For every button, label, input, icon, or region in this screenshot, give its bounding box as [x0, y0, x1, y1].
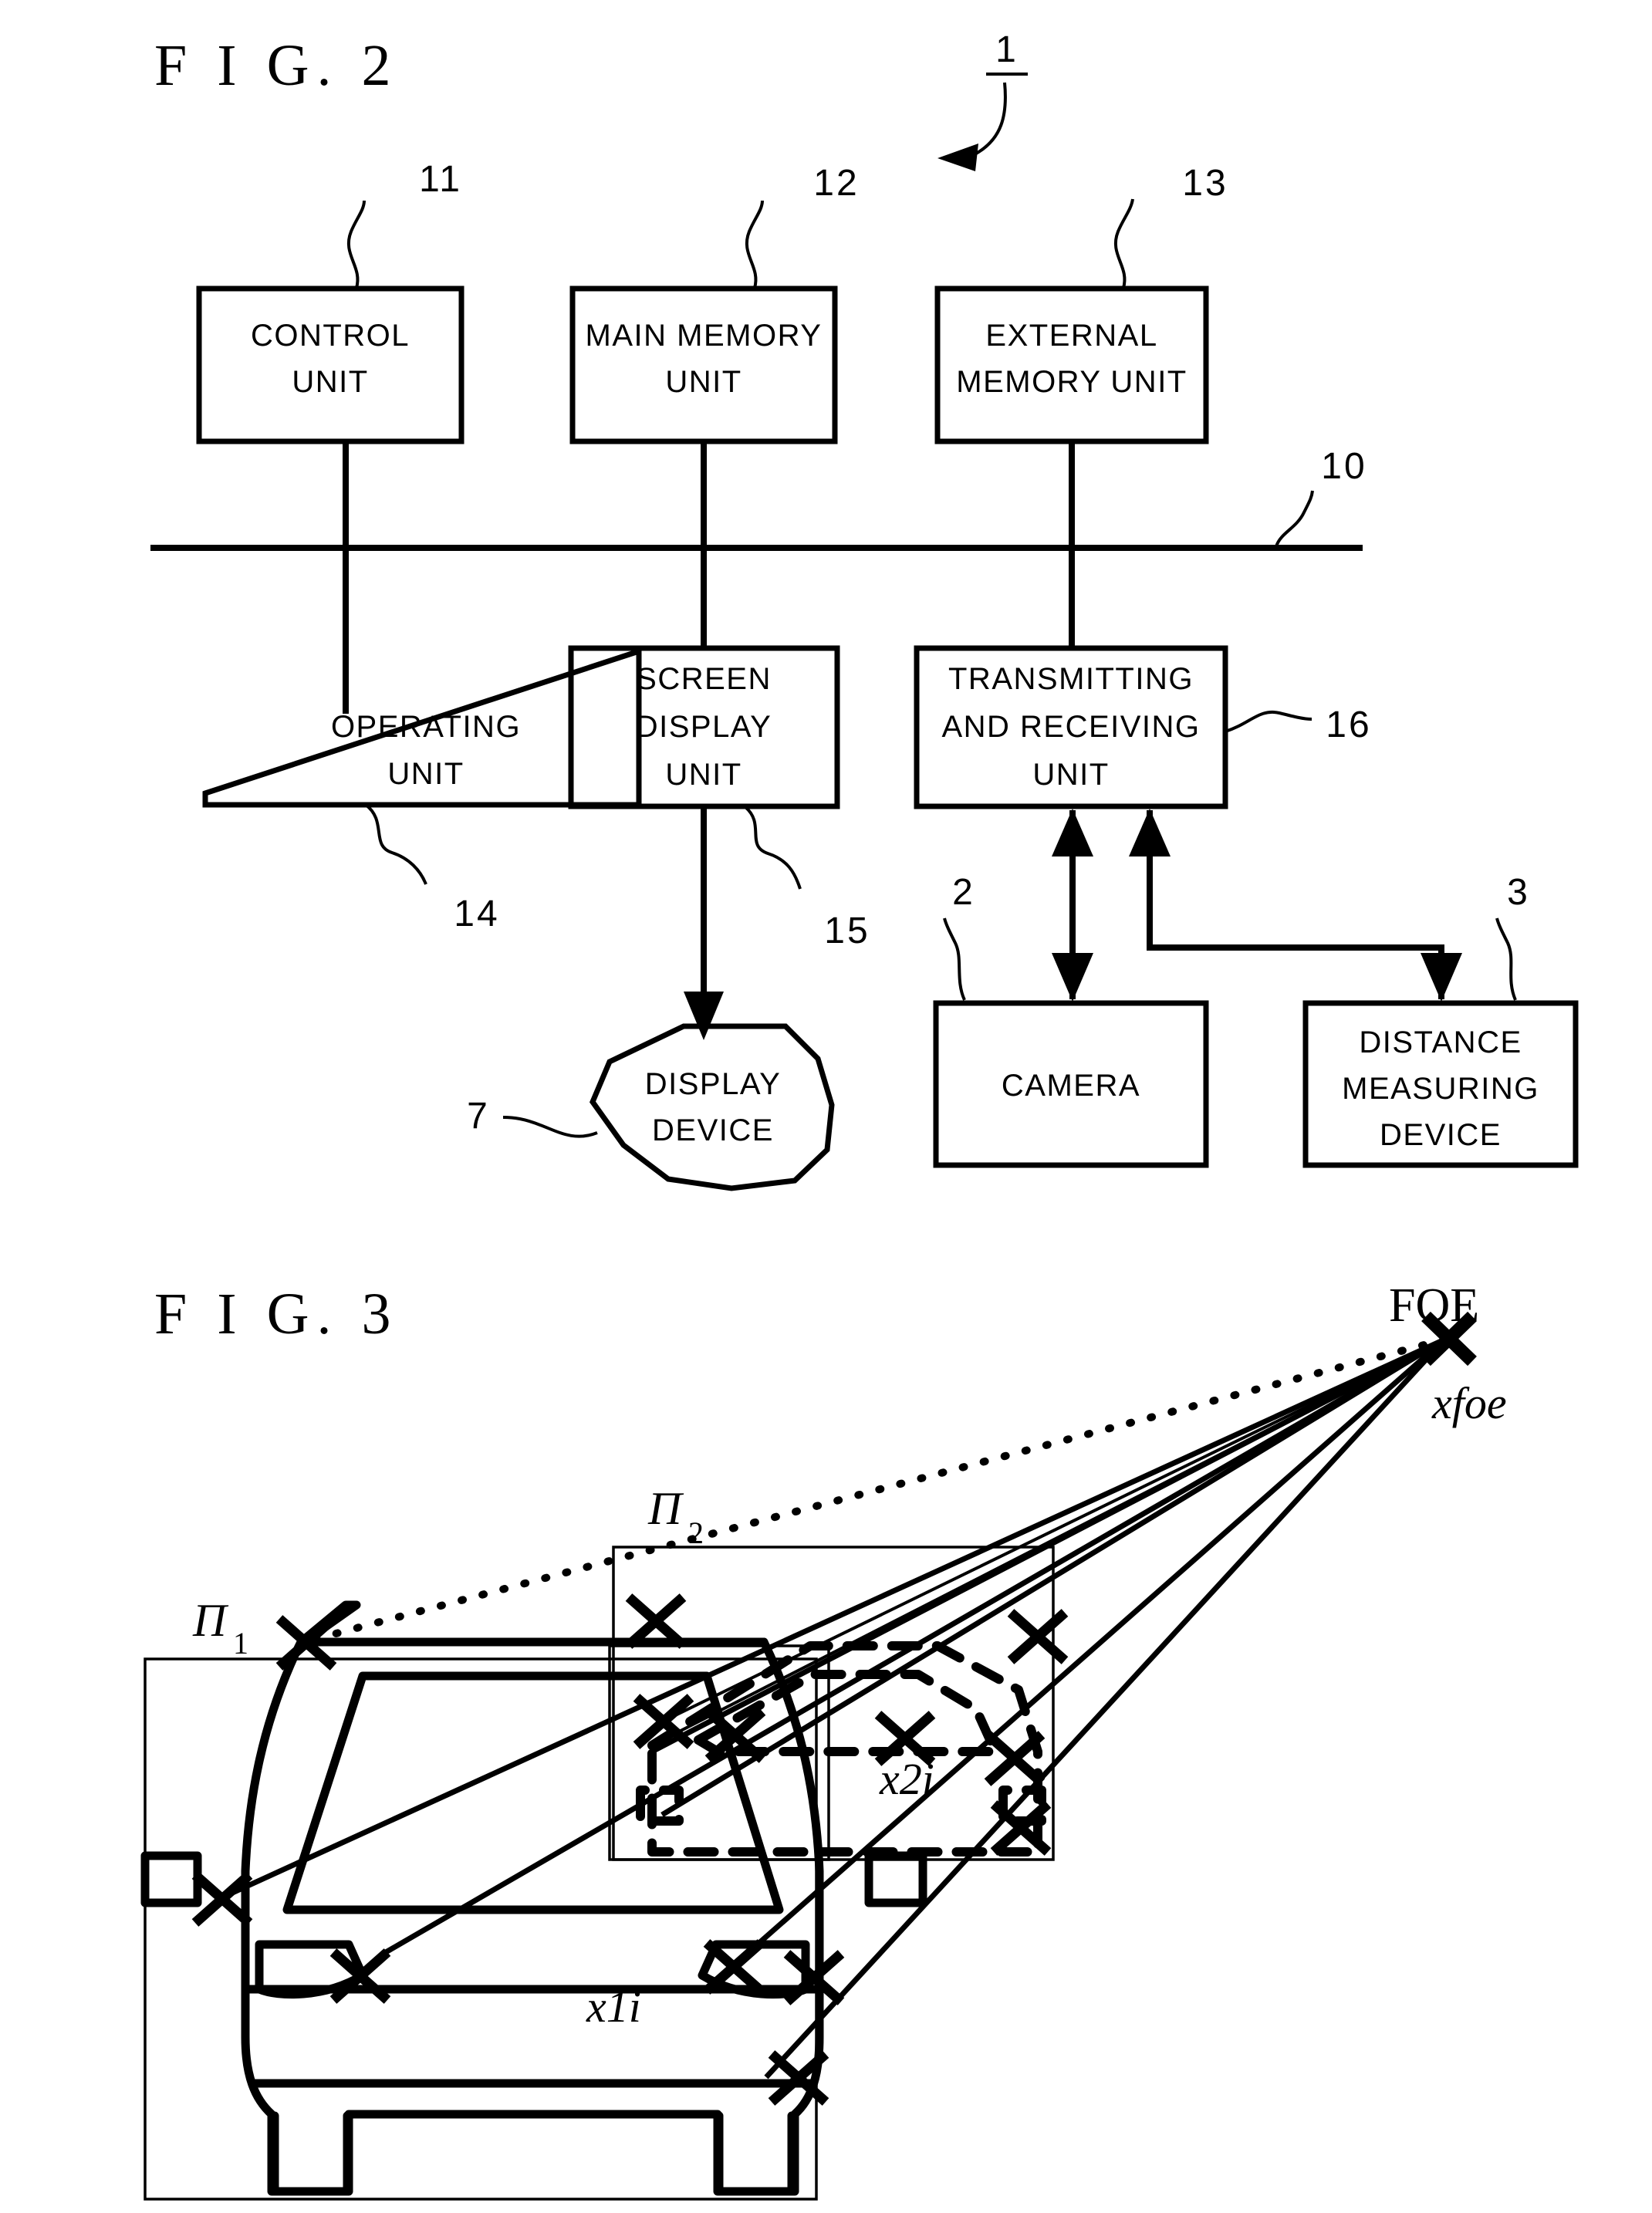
transmitting-unit-label-line-1: TRANSMITTING — [948, 662, 1194, 696]
main-memory-unit-label-line-1: MAIN MEMORY — [586, 319, 823, 353]
pi1-subscript: 1 — [233, 1626, 248, 1661]
display-device-label-line-2: DEVICE — [652, 1113, 774, 1147]
control-unit-label-line-2: UNIT — [292, 365, 368, 399]
screen-display-unit-label-line-2: DISPLAY — [636, 710, 772, 744]
distance-measuring-device-label-line-3: DEVICE — [1380, 1118, 1502, 1152]
ref-number-2: 2 — [952, 872, 975, 913]
drawing-canvas: F I G. 2 1 CONTROL UNIT 11 MAIN MEMORY U… — [0, 0, 1652, 2213]
transmitting-unit-label-line-2: AND RECEIVING — [941, 710, 1200, 744]
ref-number-11: 11 — [419, 159, 462, 200]
camera-label: CAMERA — [1002, 1069, 1140, 1103]
pi1-label: Π — [192, 1595, 229, 1646]
ref-number-7: 7 — [467, 1096, 490, 1137]
pi2-subscript: 2 — [688, 1515, 704, 1550]
screen-display-unit-label-line-1: SCREEN — [636, 662, 772, 696]
external-memory-unit-label-line-1: EXTERNAL — [985, 319, 1157, 353]
display-device-label-line-1: DISPLAY — [645, 1067, 782, 1101]
control-unit-label-line-1: CONTROL — [251, 319, 410, 353]
main-memory-unit-label-line-2: UNIT — [665, 365, 742, 399]
ref-number-1: 1 — [995, 29, 1019, 70]
ref-number-10: 10 — [1321, 446, 1367, 487]
external-memory-unit-label-line-2: MEMORY UNIT — [956, 365, 1187, 399]
x1i-label: x1i — [586, 1982, 641, 2032]
operating-unit-label-line-1: OPERATING — [331, 710, 521, 744]
ref-number-13: 13 — [1182, 163, 1228, 204]
operating-unit-label-line-2: UNIT — [387, 757, 464, 791]
pi2-label: Π — [647, 1483, 684, 1534]
ref-number-12: 12 — [813, 163, 859, 204]
distance-measuring-device-label-line-2: MEASURING — [1342, 1072, 1539, 1106]
ref-number-14: 14 — [454, 894, 499, 934]
ref-number-16: 16 — [1326, 704, 1371, 745]
xfoe-label: xfoe — [1431, 1378, 1507, 1428]
screen-display-unit-label-line-3: UNIT — [665, 758, 742, 792]
ref-number-15: 15 — [824, 911, 870, 951]
transmitting-unit-label-line-3: UNIT — [1032, 758, 1109, 792]
ref-number-3: 3 — [1507, 872, 1530, 913]
patent-drawing-sheet: F I G. 2 1 CONTROL UNIT 11 MAIN MEMORY U… — [0, 0, 1652, 2213]
distance-measuring-device-label-line-1: DISTANCE — [1359, 1025, 1522, 1059]
fig2-title: F I G. 2 — [154, 33, 398, 98]
fig3-title: F I G. 3 — [154, 1282, 398, 1346]
